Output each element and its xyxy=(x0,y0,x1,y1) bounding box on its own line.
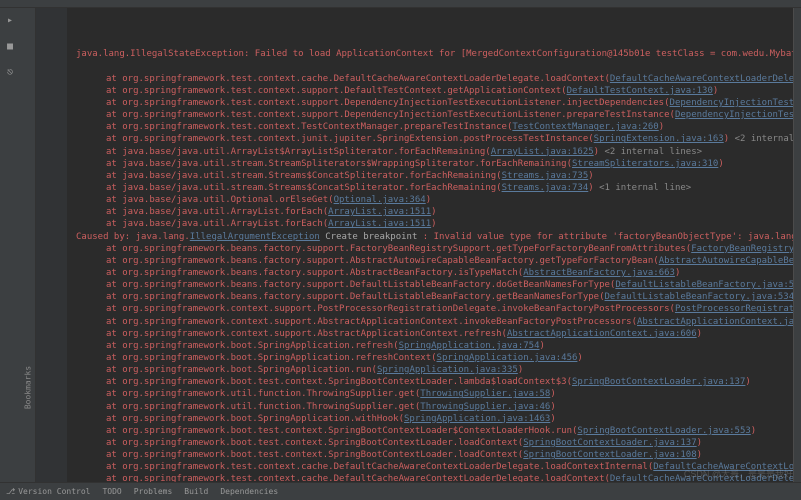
bookmarks-tab[interactable]: Bookmarks xyxy=(23,366,32,409)
console-line: at org.springframework.test.context.Test… xyxy=(76,121,785,133)
console-line: at java.base/java.util.Optional.orElseGe… xyxy=(76,194,785,206)
console-line: at org.springframework.beans.factory.sup… xyxy=(76,243,785,255)
console-line: at java.base/java.util.stream.Streams$Co… xyxy=(76,182,785,194)
console-line: java.lang.IllegalStateException: Failed … xyxy=(76,48,785,60)
console-line: at org.springframework.boot.SpringApplic… xyxy=(76,413,785,425)
stop-icon[interactable]: ■ xyxy=(4,40,16,52)
stack-link[interactable]: SpringApplication.java:335 xyxy=(377,365,518,375)
console-line: at org.springframework.beans.factory.sup… xyxy=(76,255,785,267)
console-line: at org.springframework.boot.SpringApplic… xyxy=(76,340,785,352)
console-line: at org.springframework.test.context.supp… xyxy=(76,97,785,109)
watermark: CSDN @大哥，是是是我好 xyxy=(684,467,793,480)
editor-top-bar xyxy=(0,0,801,8)
stack-link[interactable]: ThrowingSupplier.java:46 xyxy=(420,402,550,412)
stack-link[interactable]: ArrayList.java:1625 xyxy=(491,147,594,157)
rerun-icon[interactable]: ▸ xyxy=(4,14,16,26)
console-line: at org.springframework.beans.factory.sup… xyxy=(76,291,785,303)
console-line: at org.springframework.util.function.Thr… xyxy=(76,388,785,400)
console-line: at org.springframework.boot.test.context… xyxy=(76,376,785,388)
console-line: at org.springframework.test.context.juni… xyxy=(76,133,785,145)
tool-gutter: ▸ ■ ⎋ xyxy=(0,8,20,482)
console-line: at org.springframework.test.context.cach… xyxy=(76,461,785,473)
stack-link[interactable]: DefaultListableBeanFactory.java:534 xyxy=(605,292,794,302)
console-line: at org.springframework.boot.test.context… xyxy=(76,437,785,449)
stack-link[interactable]: Streams.java:734 xyxy=(502,183,589,193)
console-line: at org.springframework.boot.SpringApplic… xyxy=(76,352,785,364)
console-line: at org.springframework.beans.factory.sup… xyxy=(76,267,785,279)
stack-link[interactable]: AbstractBeanFactory.java:663 xyxy=(523,268,675,278)
status-todo[interactable]: TODO xyxy=(102,487,121,496)
branch-icon: ⎇ xyxy=(6,487,15,496)
stack-link[interactable]: DependencyInjectionTestExecutionListener… xyxy=(670,98,793,108)
console-line: at org.springframework.test.context.cach… xyxy=(76,73,785,85)
exit-icon[interactable]: ⎋ xyxy=(4,66,16,78)
main-area: ▸ ■ ⎋ Bookmarks java.lang.IllegalStateEx… xyxy=(0,8,801,482)
stack-link[interactable]: SpringBootContextLoader.java:137 xyxy=(572,377,745,387)
console-output[interactable]: java.lang.IllegalStateException: Failed … xyxy=(36,8,793,482)
stack-link[interactable]: AbstractApplicationContext.java:606 xyxy=(507,329,697,339)
left-tool-tabs: Bookmarks xyxy=(20,8,36,482)
exception-link[interactable]: IllegalArgumentException xyxy=(190,232,320,242)
console-line: at java.base/java.util.stream.StreamSpli… xyxy=(76,158,785,170)
console-line: at java.base/java.util.ArrayList$ArrayLi… xyxy=(76,146,785,158)
stack-link[interactable]: StreamSpliterators.java:310 xyxy=(572,159,718,169)
console-line: at org.springframework.util.function.Thr… xyxy=(76,401,785,413)
console-line: at java.base/java.util.ArrayList.forEach… xyxy=(76,218,785,230)
status-build[interactable]: Build xyxy=(184,487,208,496)
stack-link[interactable]: AbstractAutowireCapableBeanFactory.java:… xyxy=(659,256,793,266)
stack-link[interactable]: FactoryBeanRegistrySupport.java:86 xyxy=(691,244,793,254)
stack-link[interactable]: DefaultCacheAwareContextLoaderDelegate.j… xyxy=(610,74,793,84)
stack-link[interactable]: SpringApplication.java:754 xyxy=(399,341,540,351)
console-line: at org.springframework.test.context.supp… xyxy=(76,109,785,121)
console-line: at org.springframework.context.support.A… xyxy=(76,316,785,328)
status-vcs[interactable]: ⎇Version Control xyxy=(6,487,90,496)
stack-link[interactable]: SpringApplication.java:456 xyxy=(437,353,578,363)
console-line: at org.springframework.context.support.P… xyxy=(76,303,785,315)
console-line xyxy=(76,61,785,73)
console-line: at org.springframework.test.context.cach… xyxy=(76,473,785,482)
stack-link[interactable]: ThrowingSupplier.java:58 xyxy=(420,389,550,399)
stack-link[interactable]: ArrayList.java:1511 xyxy=(328,207,431,217)
stack-link[interactable]: DependencyInjectionTestExecutionListener… xyxy=(675,110,793,120)
console-line: at org.springframework.boot.SpringApplic… xyxy=(76,364,785,376)
console-line: at java.base/java.util.stream.Streams$Co… xyxy=(76,170,785,182)
stack-link[interactable]: TestContextManager.java:260 xyxy=(512,122,658,132)
stack-link[interactable]: SpringExtension.java:163 xyxy=(594,134,724,144)
console-line: at org.springframework.beans.factory.sup… xyxy=(76,279,785,291)
stack-link[interactable]: DefaultListableBeanFactory.java:575 xyxy=(615,280,793,290)
console-line: Caused by: java.lang.IllegalArgumentExce… xyxy=(76,231,785,243)
stack-link[interactable]: SpringBootContextLoader.java:108 xyxy=(523,450,696,460)
stack-link[interactable]: SpringBootContextLoader.java:553 xyxy=(577,426,750,436)
console-line: at org.springframework.boot.test.context… xyxy=(76,425,785,437)
stack-link[interactable]: ArrayList.java:1511 xyxy=(328,219,431,229)
stack-link[interactable]: SpringApplication.java:1463 xyxy=(404,414,550,424)
console-line: at org.springframework.context.support.A… xyxy=(76,328,785,340)
console-gutter xyxy=(36,8,68,482)
console-line: at org.springframework.test.context.supp… xyxy=(76,85,785,97)
create-breakpoint[interactable]: Create breakpoint xyxy=(320,232,423,242)
stack-link[interactable]: AbstractApplicationContext.java:788 xyxy=(637,317,793,327)
stack-link[interactable]: SpringBootContextLoader.java:137 xyxy=(523,438,696,448)
status-bar: ⎇Version Control TODO Problems Build Dep… xyxy=(0,482,801,500)
stack-link[interactable]: DefaultTestContext.java:130 xyxy=(567,86,713,96)
console-line: at org.springframework.boot.test.context… xyxy=(76,449,785,461)
stack-link[interactable]: PostProcessorRegistrationDelegate.java:1… xyxy=(675,304,793,314)
status-problems[interactable]: Problems xyxy=(134,487,173,496)
stack-link[interactable]: Optional.java:364 xyxy=(334,195,426,205)
status-dependencies[interactable]: Dependencies xyxy=(220,487,278,496)
right-gutter xyxy=(793,8,801,482)
console-panel: java.lang.IllegalStateException: Failed … xyxy=(36,8,793,482)
stack-link[interactable]: Streams.java:735 xyxy=(502,171,589,181)
console-line: at java.base/java.util.ArrayList.forEach… xyxy=(76,206,785,218)
